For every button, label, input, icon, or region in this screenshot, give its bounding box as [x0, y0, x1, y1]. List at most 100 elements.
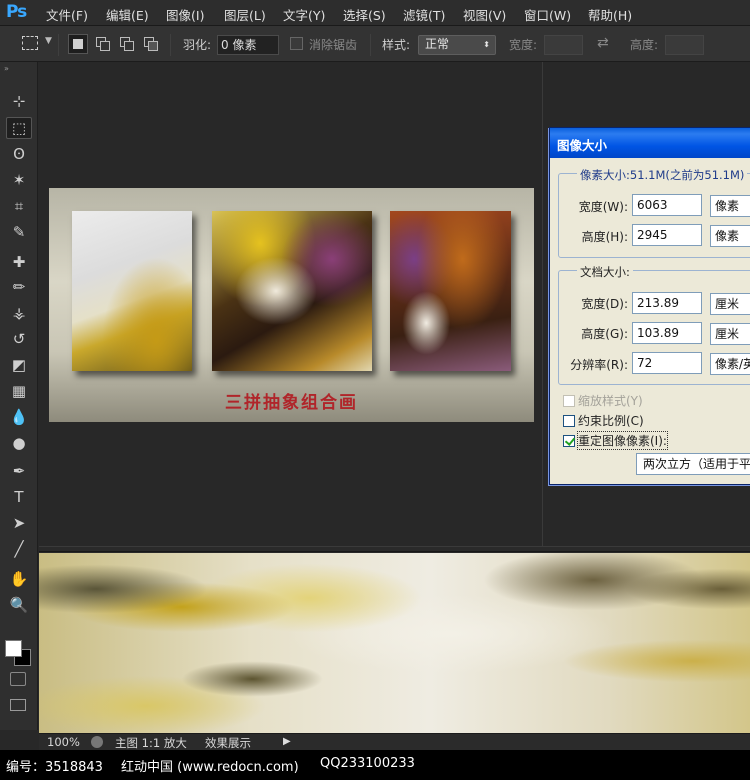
- triptych-canvas[interactable]: 三拼抽象组合画: [49, 188, 534, 422]
- image-size-dialog: 图像大小 像素大小:51.1M(之前为51.1M) 宽度(W): 6063 像素…: [549, 127, 750, 485]
- pixel-height-unit[interactable]: 像素: [710, 225, 750, 247]
- status-info-icon[interactable]: [91, 736, 103, 748]
- magic-wand-icon[interactable]: ✶: [6, 169, 32, 191]
- type-tool-icon[interactable]: T: [6, 486, 32, 508]
- chevron-down-icon[interactable]: ▼: [45, 36, 52, 46]
- dodge-tool-icon[interactable]: ●: [6, 432, 32, 454]
- marquee-tool-icon[interactable]: ⬚: [6, 117, 32, 139]
- resolution-unit[interactable]: 像素/英寸: [710, 353, 750, 375]
- antialias-label: 消除锯齿: [309, 38, 358, 52]
- constrain-proportions-option[interactable]: 约束比例(C): [563, 412, 644, 429]
- menu-image[interactable]: 图像(I): [166, 5, 204, 24]
- resolution-input[interactable]: 72: [632, 352, 702, 374]
- menu-layer[interactable]: 图层(L): [224, 5, 266, 24]
- line-tool-icon[interactable]: ╱: [6, 538, 32, 560]
- pixel-dimensions-label: 像素大小:51.1M(之前为51.1M): [577, 167, 748, 183]
- document-divider: [542, 62, 543, 546]
- menu-help[interactable]: 帮助(H): [588, 5, 632, 24]
- zoom-tool-icon[interactable]: 🔍: [6, 594, 32, 616]
- doc-width-label: 宽度(D):: [581, 297, 628, 311]
- pixel-height-input[interactable]: 2945: [632, 224, 702, 246]
- quick-mask-icon[interactable]: [10, 672, 26, 686]
- screen-mode-icon[interactable]: [10, 699, 26, 711]
- eraser-tool-icon[interactable]: ◩: [6, 354, 32, 376]
- doc-height-label: 高度(G):: [581, 327, 628, 341]
- menu-type[interactable]: 文字(Y): [283, 5, 325, 24]
- move-tool-icon[interactable]: ⊹: [6, 90, 32, 112]
- brush-tool-icon[interactable]: ✏: [6, 276, 32, 298]
- dialog-titlebar[interactable]: 图像大小: [550, 128, 750, 158]
- height-label: 高度:: [630, 38, 659, 52]
- resample-method-select[interactable]: 两次立方（适用于平滑渐变）: [636, 453, 750, 475]
- effect-label: 效果展示: [205, 736, 251, 750]
- healing-brush-icon[interactable]: ✚: [6, 251, 32, 273]
- foreground-color-swatch-top[interactable]: [5, 640, 22, 657]
- pen-tool-icon[interactable]: ✒: [6, 460, 32, 482]
- resample-label: 重定图像像素(I):: [577, 431, 668, 450]
- separator: [170, 34, 171, 56]
- height-input[interactable]: [665, 35, 704, 55]
- resolution-label: 分辨率(R):: [570, 358, 628, 372]
- texture-document-image[interactable]: [39, 553, 750, 733]
- style-select-value: 正常: [425, 37, 450, 51]
- photoshop-logo: Ps: [6, 2, 27, 22]
- history-brush-icon[interactable]: ↺: [6, 328, 32, 350]
- menu-edit[interactable]: 编辑(E): [106, 5, 149, 24]
- subtract-selection-icon[interactable]: [120, 37, 134, 51]
- document-tab-divider: [39, 546, 750, 552]
- intersect-selection-icon[interactable]: [144, 37, 158, 51]
- painting-panel-right: [390, 211, 511, 371]
- doc-height-unit[interactable]: 厘米: [710, 323, 750, 345]
- pixel-height-label: 高度(H):: [581, 230, 628, 244]
- width-label: 宽度:: [509, 38, 538, 52]
- pixel-width-unit[interactable]: 像素: [710, 195, 750, 217]
- lasso-tool-icon[interactable]: ʘ: [6, 143, 32, 165]
- constrain-proportions-label: 约束比例(C): [578, 414, 644, 428]
- style-label: 样式:: [382, 38, 411, 52]
- width-input[interactable]: [544, 35, 583, 55]
- scale-styles-checkbox[interactable]: [563, 394, 575, 407]
- zoom-level[interactable]: 100%: [47, 735, 80, 749]
- painting-panel-center: [212, 211, 372, 371]
- marquee-preset-icon[interactable]: [22, 36, 38, 50]
- watermark-id: 编号：3518843: [6, 760, 103, 775]
- hand-tool-icon[interactable]: ✋: [6, 568, 32, 590]
- constrain-proportions-checkbox[interactable]: [563, 414, 575, 427]
- menu-select[interactable]: 选择(S): [343, 5, 386, 24]
- add-selection-icon[interactable]: [96, 37, 110, 51]
- updown-arrows-icon: ⬍: [483, 40, 490, 49]
- menu-view[interactable]: 视图(V): [463, 5, 506, 24]
- blur-tool-icon[interactable]: 💧: [6, 406, 32, 428]
- resample-option[interactable]: 重定图像像素(I):: [563, 431, 668, 450]
- feather-input[interactable]: 0 像素: [217, 35, 279, 55]
- resample-checkbox[interactable]: [563, 434, 575, 447]
- options-bar: ▼ 羽化: 0 像素 消除锯齿 样式: 正常 ⬍ 宽度: ⇄ 高度:: [0, 26, 750, 62]
- collapse-icon[interactable]: »: [4, 64, 9, 73]
- doc-width-input[interactable]: 213.89: [632, 292, 702, 314]
- dialog-title: 图像大小: [557, 138, 608, 153]
- menu-filter[interactable]: 滤镜(T): [403, 5, 445, 24]
- separator: [370, 34, 371, 56]
- new-selection-icon[interactable]: [68, 34, 88, 54]
- watermark-site: 红动中国 (www.redocn.com): [121, 760, 299, 775]
- toolbox: » ⊹ ⬚ ʘ ✶ ⌗ ✎ ✚ ✏ ⚶ ↺ ◩ ▦ 💧 ● ✒ T ➤ ╱ ✋ …: [0, 62, 38, 730]
- feather-label: 羽化:: [183, 38, 212, 52]
- separator: [58, 34, 59, 56]
- swap-icon[interactable]: ⇄: [597, 35, 609, 51]
- clone-stamp-icon[interactable]: ⚶: [6, 302, 32, 324]
- scale-styles-option[interactable]: 缩放样式(Y): [563, 392, 643, 409]
- menu-bar: Ps 文件(F) 编辑(E) 图像(I) 图层(L) 文字(Y) 选择(S) 滤…: [0, 0, 750, 26]
- doc-height-input[interactable]: 103.89: [632, 322, 702, 344]
- eyedropper-icon[interactable]: ✎: [6, 221, 32, 243]
- menu-file[interactable]: 文件(F): [46, 5, 88, 24]
- style-select[interactable]: 正常 ⬍: [418, 35, 496, 55]
- gradient-tool-icon[interactable]: ▦: [6, 380, 32, 402]
- pixel-width-input[interactable]: 6063: [632, 194, 702, 216]
- menu-window[interactable]: 窗口(W): [524, 5, 571, 24]
- crop-tool-icon[interactable]: ⌗: [6, 195, 32, 217]
- antialias-checkbox[interactable]: [290, 37, 303, 50]
- doc-width-unit[interactable]: 厘米: [710, 293, 750, 315]
- play-icon[interactable]: ▶: [283, 736, 291, 747]
- scale-styles-label: 缩放样式(Y): [578, 394, 643, 408]
- path-selection-icon[interactable]: ➤: [6, 512, 32, 534]
